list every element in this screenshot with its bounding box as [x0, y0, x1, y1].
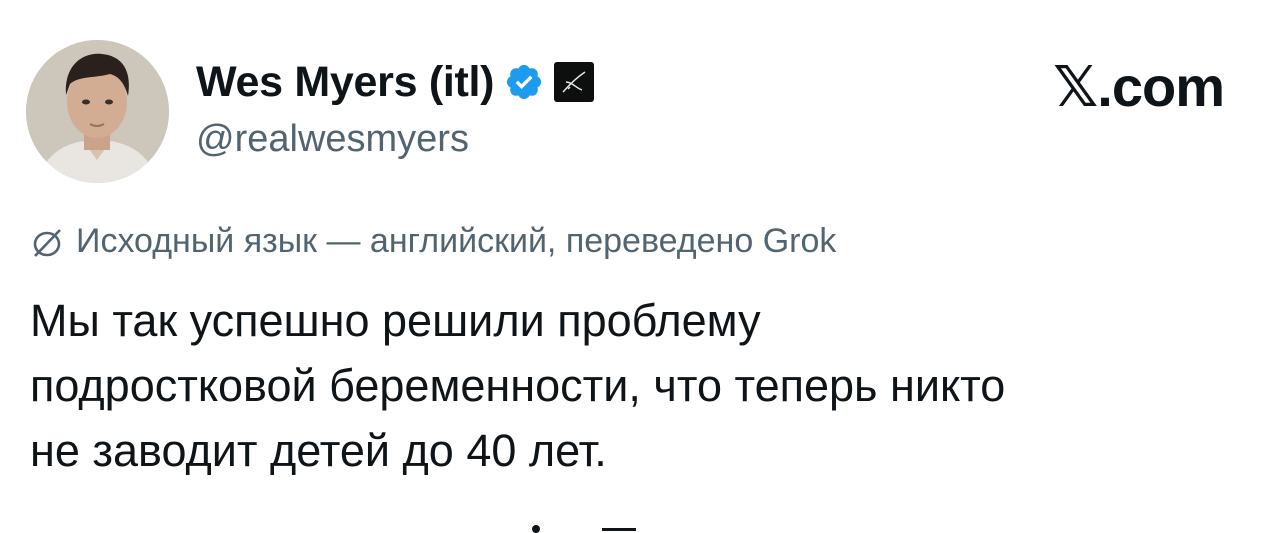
translation-label: Исходный язык — английский, переведено G… — [76, 222, 837, 260]
tweet-line: не заводит детей до 40 лет. — [30, 425, 607, 476]
affiliation-badge-icon[interactable] — [554, 62, 595, 102]
tweet-line: подростковой беременности, что теперь ни… — [30, 360, 1006, 411]
avatar[interactable] — [26, 40, 169, 183]
display-name[interactable]: Wes Myers (itl) — [196, 58, 494, 107]
author-name-row: Wes Myers (itl) — [196, 56, 595, 108]
tweet-line: Мы так успешно решили проблему — [30, 295, 761, 346]
author-handle[interactable]: @realwesmyers — [196, 118, 469, 161]
cropped-content-edge — [532, 525, 636, 533]
tweet-text: Мы так успешно решили проблему подростко… — [30, 288, 1260, 483]
x-logo: 𝕏.com — [1053, 55, 1225, 118]
verified-badge-icon[interactable] — [504, 62, 544, 102]
translation-note[interactable]: Исходный язык — английский, переведено G… — [30, 222, 836, 261]
profile-photo — [26, 40, 169, 183]
translate-icon — [33, 228, 61, 257]
